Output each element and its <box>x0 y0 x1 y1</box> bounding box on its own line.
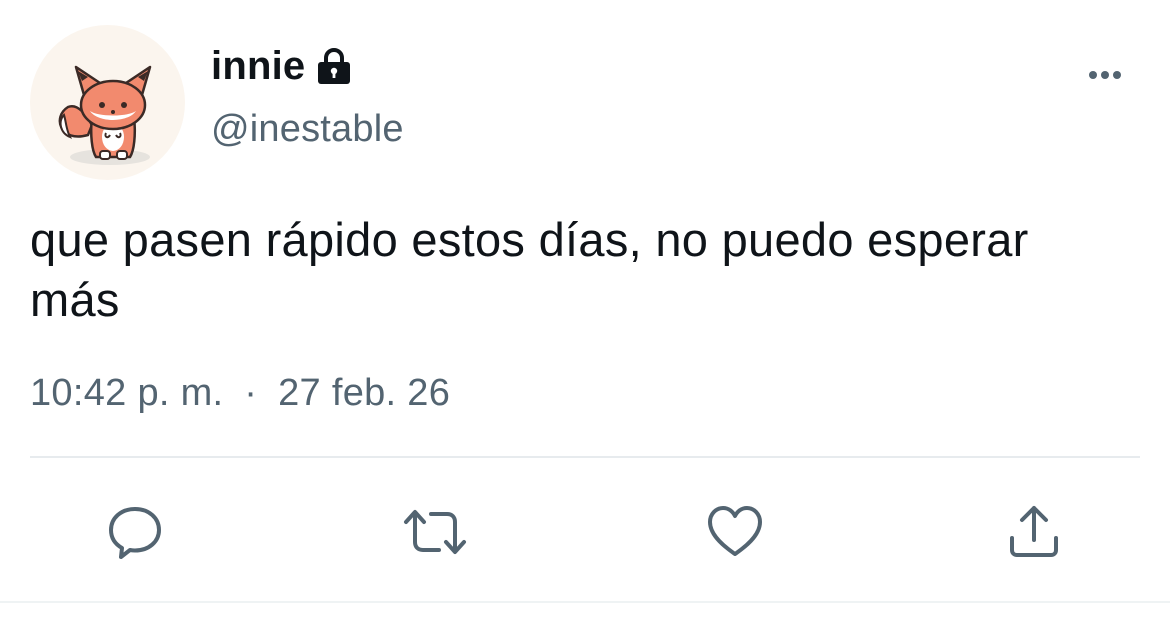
display-name[interactable]: innie <box>211 44 305 89</box>
lock-icon <box>313 45 355 87</box>
more-options-icon[interactable] <box>1082 60 1128 90</box>
display-name-row[interactable]: innie <box>211 40 355 92</box>
user-handle[interactable]: @inestable <box>211 108 404 151</box>
retweet-button[interactable] <box>403 500 467 564</box>
reply-button[interactable] <box>103 500 167 564</box>
tweet-time[interactable]: 10:42 p. m. <box>30 372 223 414</box>
avatar[interactable] <box>30 25 185 180</box>
share-icon <box>1010 506 1058 557</box>
reply-icon <box>109 507 161 559</box>
tweet-date[interactable]: 27 feb. 26 <box>278 372 450 414</box>
bottom-border <box>0 601 1170 603</box>
retweet-icon <box>404 510 466 554</box>
fox-avatar-icon <box>58 65 152 165</box>
timestamp-separator: · <box>244 372 258 414</box>
like-button[interactable] <box>703 500 767 564</box>
heart-icon <box>708 506 762 556</box>
divider <box>30 456 1140 458</box>
timestamp[interactable]: 10:42 p. m. · 27 feb. 26 <box>30 372 450 415</box>
share-button[interactable] <box>1002 500 1066 564</box>
tweet-card: innie @inestable que pasen rápido estos … <box>0 0 1170 621</box>
tweet-text: que pasen rápido estos días, no puedo es… <box>30 213 1029 326</box>
